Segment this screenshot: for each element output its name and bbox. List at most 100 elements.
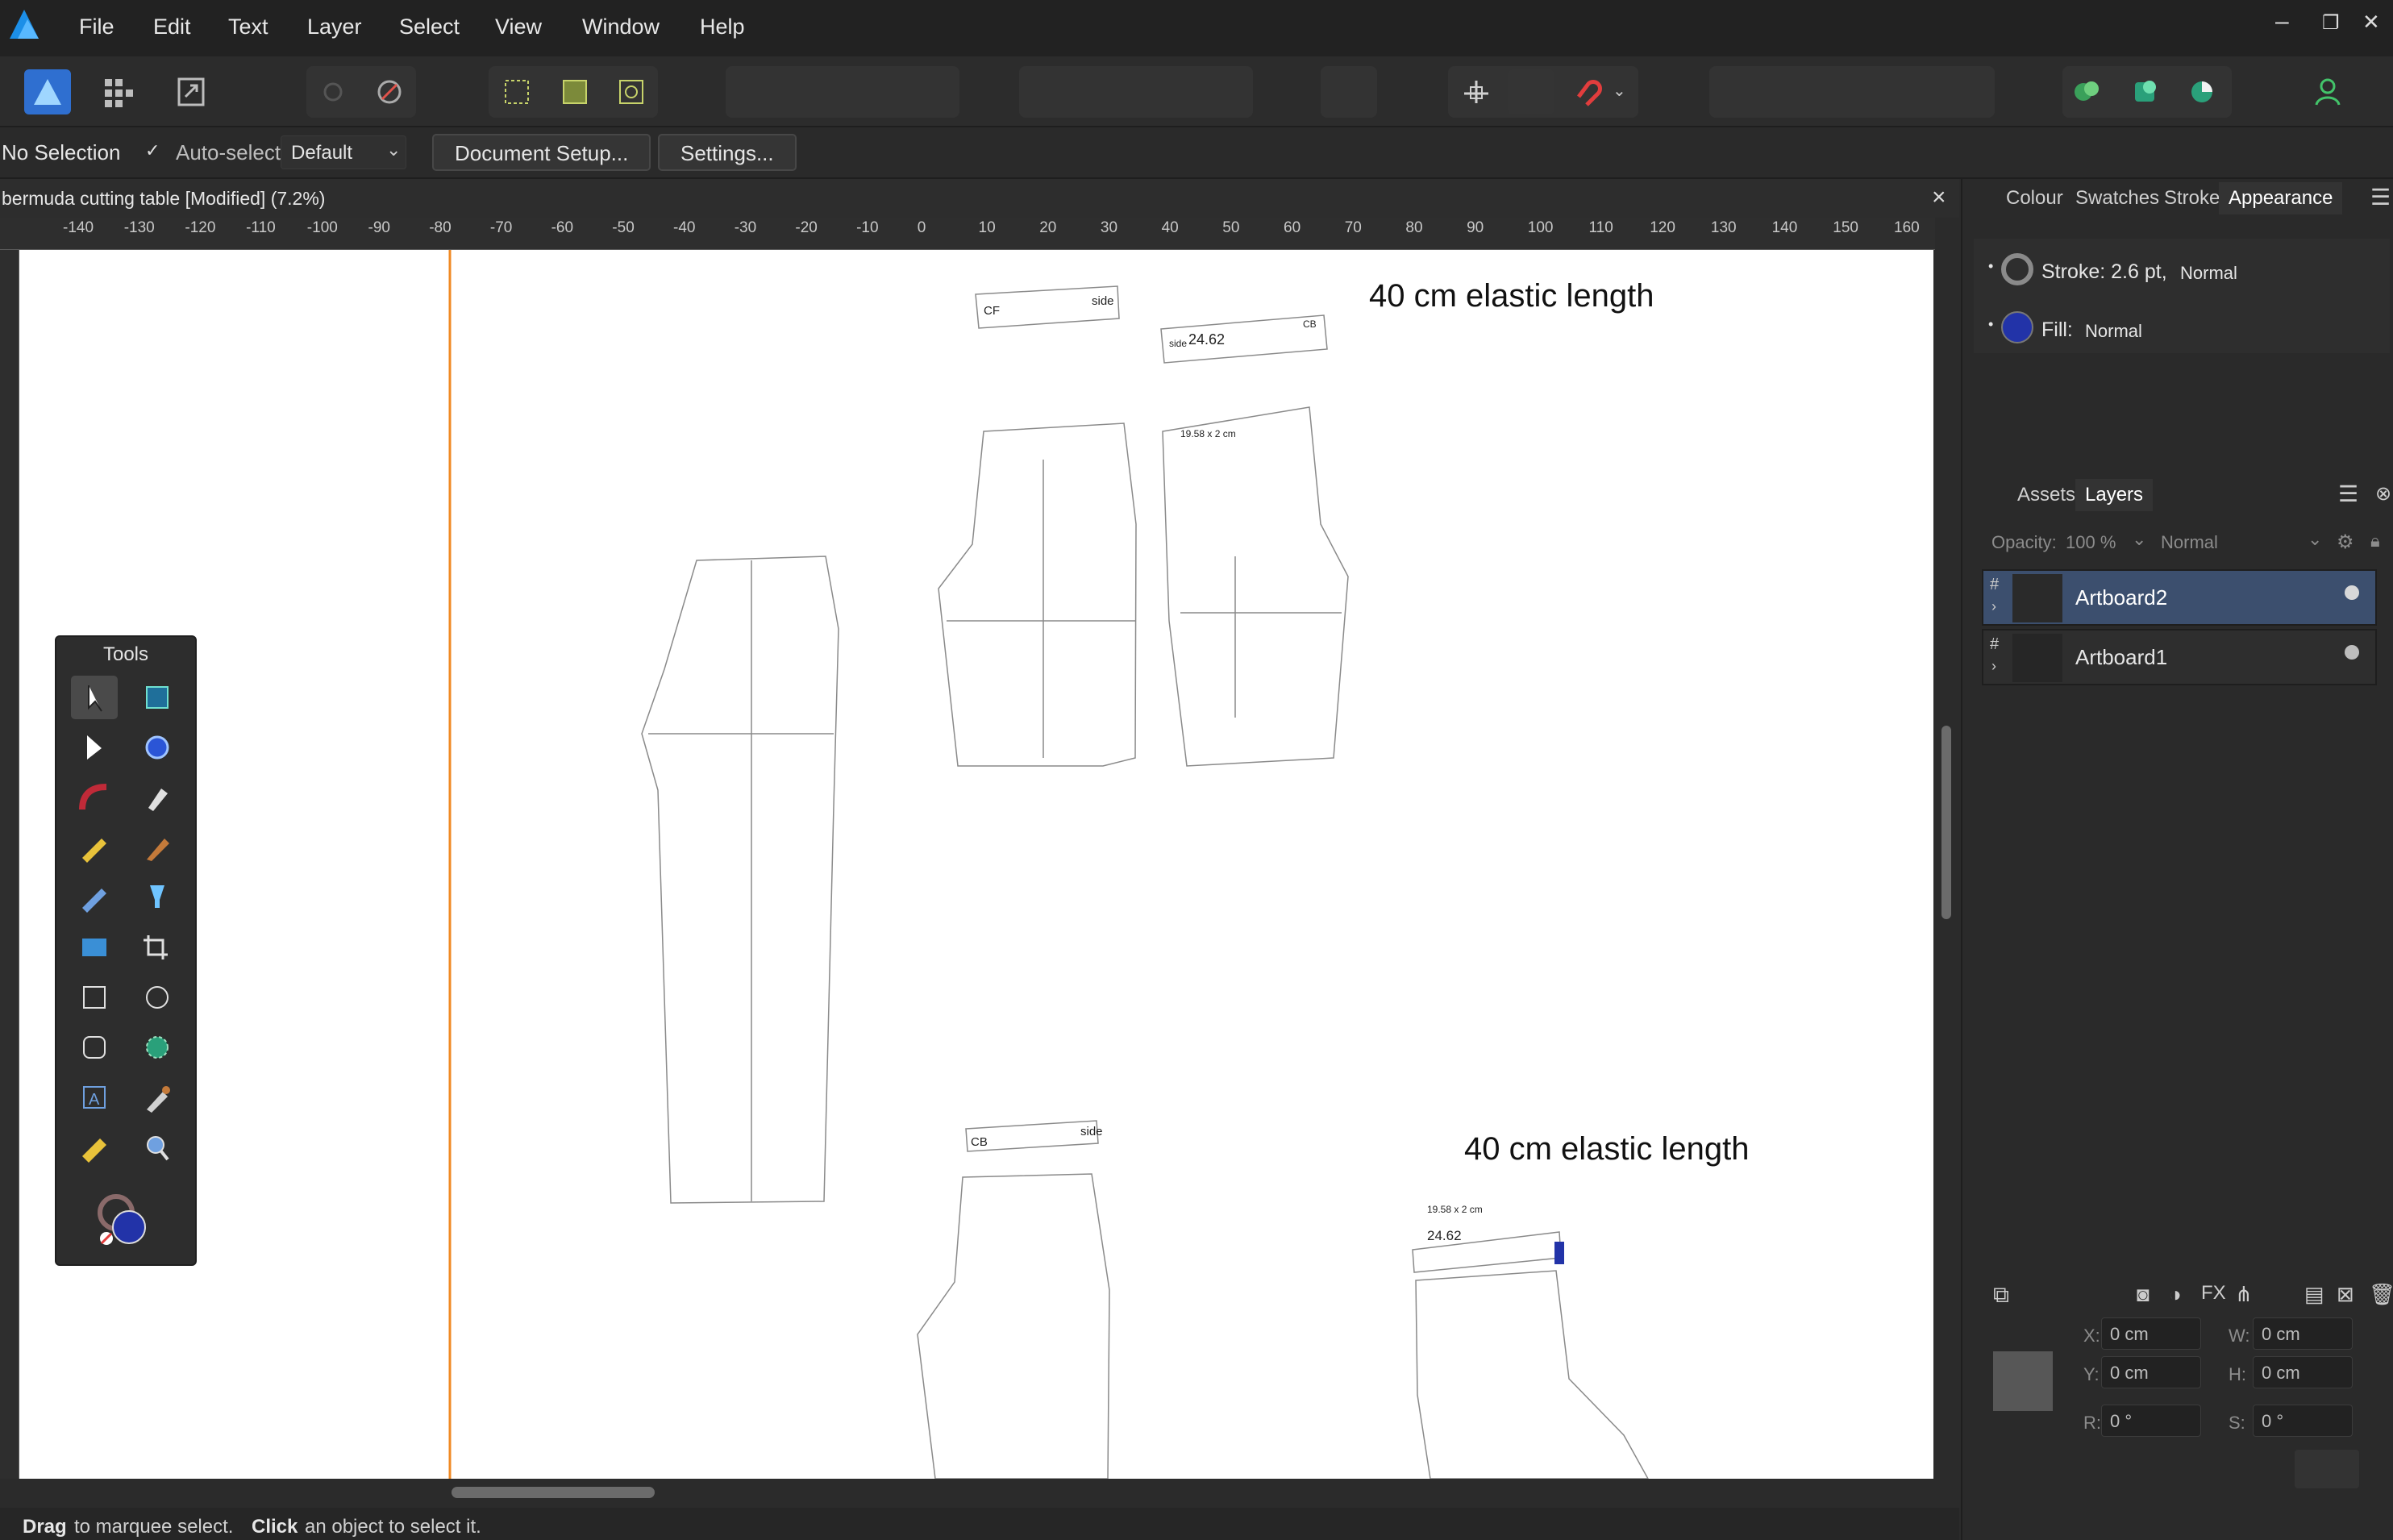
- close-panel-icon[interactable]: ⊗: [2375, 482, 2391, 506]
- auto-select-checkbox[interactable]: ✓: [145, 140, 164, 161]
- trouser-leg-piece[interactable]: [641, 556, 839, 1204]
- snapping-magnet-icon[interactable]: [1564, 69, 1611, 114]
- tab-appearance[interactable]: Appearance: [2219, 182, 2343, 214]
- point-transform-tool-icon[interactable]: [134, 726, 181, 769]
- shapes-tool-icon[interactable]: [134, 1026, 181, 1069]
- snap-guides-icon[interactable]: [1453, 69, 1500, 114]
- layer-options-icon[interactable]: ⧉: [1993, 1282, 2009, 1309]
- snap-bounding-icon[interactable]: [1508, 69, 1554, 114]
- chevron-down-icon[interactable]: ⌄: [2132, 529, 2146, 550]
- back-pattern-piece[interactable]: [1162, 406, 1349, 767]
- anchor-selector[interactable]: [1993, 1351, 2053, 1411]
- account-icon[interactable]: [2304, 69, 2351, 114]
- layer-row-artboard1[interactable]: # › Artboard1: [1982, 629, 2377, 685]
- menu-file[interactable]: File: [79, 15, 114, 40]
- fx-icon[interactable]: FX: [2201, 1282, 2226, 1305]
- insert-top-icon[interactable]: [2122, 69, 2169, 114]
- menu-edit[interactable]: Edit: [153, 15, 191, 40]
- corner-tool-icon[interactable]: [71, 776, 118, 819]
- expand-chevron-icon[interactable]: ›: [1991, 598, 1996, 615]
- crop-tool-icon[interactable]: [134, 926, 181, 969]
- insert-inside-icon[interactable]: [2179, 69, 2225, 114]
- h-field[interactable]: 0 cm: [2253, 1356, 2353, 1388]
- insert-behind-icon[interactable]: [2064, 69, 2111, 114]
- zoom-tool-icon[interactable]: [134, 1126, 181, 1169]
- panel-menu-icon[interactable]: ☰: [2370, 184, 2391, 210]
- tab-assets[interactable]: Assets: [2017, 484, 2075, 506]
- selected-handle-marker[interactable]: [1554, 1242, 1564, 1264]
- horizontal-scrollbar[interactable]: [0, 1479, 1959, 1508]
- pixel-brush-tool-icon[interactable]: [71, 876, 118, 919]
- menu-layer[interactable]: Layer: [307, 15, 362, 40]
- menu-text[interactable]: Text: [228, 15, 268, 40]
- opacity-value[interactable]: 100 %: [2066, 532, 2116, 553]
- ellipse-tool-icon[interactable]: [134, 976, 181, 1019]
- mask-icon[interactable]: ◙: [2137, 1282, 2150, 1307]
- menu-view[interactable]: View: [495, 15, 542, 40]
- chevron-down-icon[interactable]: ⌄: [2308, 529, 2322, 550]
- horizontal-ruler[interactable]: -140 -130 -120 -110 -100 -90 -80 -70 -60 -50 -40 -3…: [0, 218, 1935, 250]
- node-tool-icon[interactable]: [71, 726, 118, 769]
- layers-menu-icon[interactable]: ☰: [2338, 481, 2358, 507]
- blend-mode-value[interactable]: Normal: [2161, 532, 2218, 553]
- vertical-scroll-thumb[interactable]: [1941, 726, 1951, 919]
- brush-layer-icon[interactable]: ⋔: [2235, 1282, 2253, 1307]
- pencil-tool-icon[interactable]: [71, 826, 118, 869]
- adjustment-icon[interactable]: ◑: [2169, 1282, 2182, 1307]
- move-tool-icon[interactable]: [71, 676, 118, 719]
- minimize-icon[interactable]: –: [2275, 8, 2289, 35]
- transform-select-icon[interactable]: [608, 69, 655, 114]
- rectangle-tool-icon[interactable]: [71, 976, 118, 1019]
- document-icon[interactable]: [310, 69, 356, 114]
- back-pattern-piece-2[interactable]: [1415, 1270, 1649, 1479]
- menu-help[interactable]: Help: [700, 15, 745, 40]
- tab-swatches[interactable]: Swatches: [2075, 187, 2159, 210]
- menu-window[interactable]: Window: [582, 15, 660, 40]
- place-image-tool-icon[interactable]: [71, 926, 118, 969]
- artboard-tool-icon[interactable]: [134, 676, 181, 719]
- auto-select-dropdown[interactable]: Default ⌄: [281, 135, 406, 169]
- group-layers-icon[interactable]: ⊠: [2337, 1282, 2354, 1307]
- color-picker-tool-icon[interactable]: [134, 1076, 181, 1119]
- preferences-icon[interactable]: [366, 69, 413, 114]
- add-layer-icon[interactable]: ▤: [2304, 1282, 2324, 1307]
- visibility-icon[interactable]: [2345, 645, 2359, 660]
- tab-stroke[interactable]: Stroke: [2164, 187, 2220, 210]
- colour-swatch-widget[interactable]: [92, 1185, 160, 1253]
- visibility-icon[interactable]: [2345, 585, 2359, 600]
- tab-layers[interactable]: Layers: [2075, 479, 2154, 511]
- rotation-field[interactable]: 0 °: [2101, 1405, 2201, 1437]
- fill-swatch[interactable]: [2001, 311, 2033, 343]
- vector-brush-tool-icon[interactable]: [134, 826, 181, 869]
- settings-button[interactable]: Settings...: [658, 134, 797, 171]
- restore-icon[interactable]: ❐: [2322, 11, 2340, 35]
- text-tool-icon[interactable]: A: [71, 1076, 118, 1119]
- shear-field[interactable]: 0 °: [2253, 1405, 2353, 1437]
- vertical-ruler[interactable]: [0, 250, 19, 1479]
- expand-chevron-icon[interactable]: ›: [1991, 658, 1996, 675]
- designer-persona-button[interactable]: [24, 69, 71, 114]
- stroke-blend-mode[interactable]: Normal: [2180, 263, 2237, 284]
- fill-tool-icon[interactable]: [134, 876, 181, 919]
- canvas[interactable]: 40 cm elastic length 40 cm elastic lengt…: [19, 250, 1933, 1479]
- rounded-rectangle-tool-icon[interactable]: [71, 1026, 118, 1069]
- close-icon[interactable]: ✕: [2362, 10, 2380, 35]
- close-document-icon[interactable]: ×: [1932, 184, 1946, 211]
- layer-row-artboard2[interactable]: # › Artboard2: [1982, 569, 2377, 626]
- w-field[interactable]: 0 cm: [2253, 1317, 2353, 1350]
- transform-options-button[interactable]: [2295, 1450, 2359, 1488]
- menu-select[interactable]: Select: [399, 15, 460, 40]
- front-pattern-piece[interactable]: [938, 422, 1137, 767]
- gear-icon[interactable]: ⚙: [2337, 531, 2354, 554]
- vertical-scrollbar[interactable]: [1935, 218, 1959, 1479]
- grid-select-icon[interactable]: [493, 69, 540, 114]
- document-setup-button[interactable]: Document Setup...: [432, 134, 651, 171]
- export-persona-button[interactable]: [168, 69, 214, 114]
- select-all-icon[interactable]: [551, 69, 598, 114]
- stroke-swatch[interactable]: [2001, 253, 2033, 285]
- tab-colour[interactable]: Colour: [2006, 187, 2063, 210]
- horizontal-scroll-thumb[interactable]: [452, 1487, 655, 1498]
- front-pattern-piece-2[interactable]: [917, 1173, 1110, 1479]
- measure-tool-icon[interactable]: [71, 1126, 118, 1169]
- document-tab[interactable]: bermuda cutting table [Modified] (7.2%) …: [0, 179, 1959, 218]
